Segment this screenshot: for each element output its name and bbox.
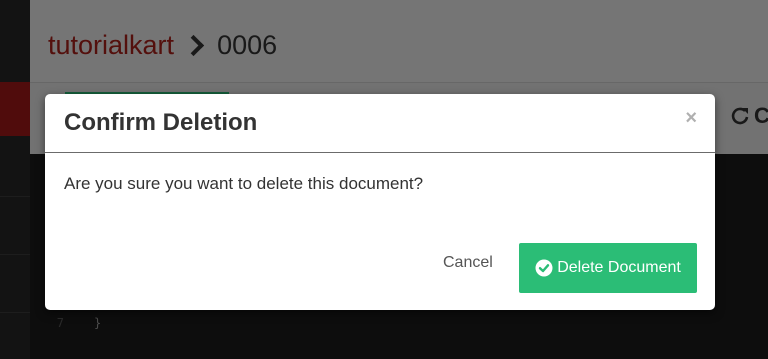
modal-title: Confirm Deletion	[64, 109, 258, 136]
modal-header: Confirm Deletion ×	[45, 94, 715, 153]
delete-document-button[interactable]: Delete Document	[519, 243, 697, 293]
cancel-button[interactable]: Cancel	[443, 254, 493, 272]
close-icon[interactable]: ×	[685, 108, 697, 128]
confirm-delete-dialog: Confirm Deletion × Are you sure you want…	[45, 94, 715, 310]
delete-document-label: Delete Document	[557, 259, 681, 276]
check-circle-icon	[535, 259, 553, 277]
modal-message: Are you sure you want to delete this doc…	[64, 174, 424, 193]
app-window: tutorialkart 0006 C 7 } Confirm Deletion…	[0, 0, 768, 359]
